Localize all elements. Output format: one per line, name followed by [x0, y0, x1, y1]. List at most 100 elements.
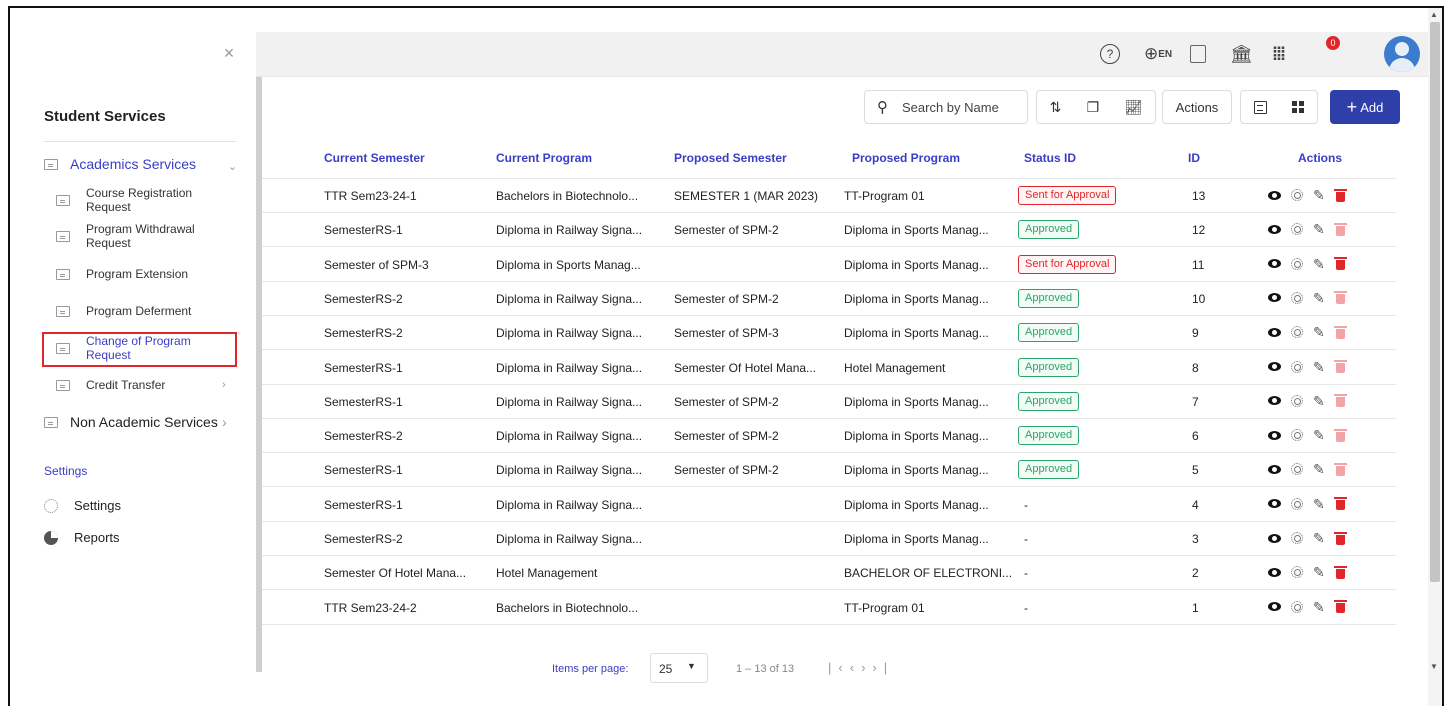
delete-icon[interactable]: [1333, 325, 1347, 339]
apps-grid-icon[interactable]: ⁞⁞⁞: [1272, 41, 1286, 67]
sidebar-item-academics-services[interactable]: Academics Services: [44, 156, 196, 172]
view-icon[interactable]: [1268, 567, 1281, 577]
copy-icon[interactable]: ❐: [1087, 99, 1100, 116]
page-scrollbar[interactable]: ▲ ▼: [1428, 8, 1442, 706]
table-row[interactable]: SemesterRS-1 Diploma in Railway Signa... S…: [262, 351, 1396, 385]
delete-icon[interactable]: [1333, 291, 1347, 305]
settings-icon[interactable]: [1291, 223, 1303, 236]
settings-icon[interactable]: [1291, 257, 1303, 270]
table-row[interactable]: SemesterRS-1 Diploma in Railway Signa... S…: [262, 453, 1396, 488]
edit-icon[interactable]: ✎: [1313, 291, 1325, 305]
sidebar-item-program-withdrawal-request[interactable]: Program Withdrawal Request: [56, 222, 195, 250]
sidebar-item-credit-transfer[interactable]: Credit Transfer: [56, 378, 165, 392]
avatar[interactable]: [1384, 36, 1420, 72]
table-row[interactable]: SemesterRS-2 Diploma in Railway Signa... S…: [262, 282, 1396, 316]
table-row[interactable]: TTR Sem23-24-2 Bachelors in Biotechnolo..…: [262, 591, 1396, 625]
settings-icon[interactable]: [1291, 429, 1303, 442]
settings-icon[interactable]: [1291, 360, 1303, 373]
table-row[interactable]: Semester of SPM-3 Diploma in Sports Manag…: [262, 248, 1396, 282]
view-icon[interactable]: [1268, 224, 1281, 234]
table-row[interactable]: SemesterRS-2 Diploma in Railway Signa... S…: [262, 419, 1396, 454]
bell-icon[interactable]: 🔔︎0: [1314, 36, 1442, 67]
settings-icon[interactable]: [1291, 394, 1303, 407]
delete-icon[interactable]: [1333, 394, 1347, 408]
view-icon[interactable]: [1268, 293, 1281, 303]
delete-icon[interactable]: [1333, 497, 1347, 511]
table-row[interactable]: TTR Sem23-24-1 Bachelors in Biotechnolo..…: [262, 179, 1396, 213]
view-icon[interactable]: [1268, 533, 1281, 543]
view-icon[interactable]: [1268, 602, 1281, 612]
sidebar-item-non-academic-services[interactable]: Non Academic Services: [44, 414, 218, 430]
column-header-current-semester[interactable]: Current Semester: [324, 151, 425, 165]
view-icon[interactable]: [1268, 259, 1281, 269]
edit-icon[interactable]: ✎: [1313, 565, 1325, 579]
table-row[interactable]: SemesterRS-1 Diploma in Railway Signa... S…: [262, 385, 1396, 419]
view-icon[interactable]: [1268, 362, 1281, 371]
chevron-right-icon[interactable]: ›: [222, 414, 227, 430]
view-icon[interactable]: [1268, 499, 1281, 509]
search-box[interactable]: ⚲: [864, 90, 1028, 124]
chart-icon[interactable]: 📈︎: [1125, 99, 1143, 116]
sidebar-item-course-registration-request[interactable]: Course Registration Request: [56, 186, 192, 214]
edit-icon[interactable]: ✎: [1313, 188, 1325, 202]
view-icon[interactable]: [1268, 430, 1281, 440]
delete-icon[interactable]: [1333, 565, 1347, 579]
settings-icon[interactable]: [1291, 497, 1303, 510]
chevron-right-icon[interactable]: ›: [222, 379, 226, 391]
close-icon[interactable]: ×: [220, 44, 238, 62]
view-icon[interactable]: [1268, 190, 1281, 200]
edit-icon[interactable]: ✎: [1313, 428, 1325, 442]
edit-icon[interactable]: ✎: [1313, 462, 1325, 476]
edit-icon[interactable]: ✎: [1313, 257, 1325, 271]
table-row[interactable]: SemesterRS-2 Diploma in Railway Signa... S…: [262, 316, 1396, 351]
help-icon[interactable]: ?: [1100, 41, 1120, 67]
settings-icon[interactable]: [1291, 291, 1303, 304]
document-icon[interactable]: [1190, 41, 1206, 67]
sidebar-item-program-deferment[interactable]: Program Deferment: [56, 304, 191, 318]
settings-icon[interactable]: [1291, 566, 1303, 579]
sidebar-item-program-extension[interactable]: Program Extension: [56, 267, 188, 281]
items-per-page-select[interactable]: 25 ▼: [650, 653, 708, 683]
table-row[interactable]: SemesterRS-1 Diploma in Railway Signa... D…: [262, 488, 1396, 522]
view-icon[interactable]: [1268, 327, 1281, 337]
edit-icon[interactable]: ✎: [1313, 222, 1325, 236]
column-header-id[interactable]: ID: [1188, 151, 1200, 165]
next-page-icon[interactable]: ›: [861, 660, 872, 675]
edit-icon[interactable]: ✎: [1313, 531, 1325, 545]
table-row[interactable]: SemesterRS-2 Diploma in Railway Signa... D…: [262, 522, 1396, 556]
search-input[interactable]: [902, 99, 1006, 115]
sort-icon[interactable]: ⇅: [1050, 99, 1062, 116]
sidebar-item-settings[interactable]: Settings: [44, 498, 121, 513]
delete-icon[interactable]: [1333, 360, 1347, 373]
actions-button[interactable]: Actions: [1162, 90, 1232, 124]
sidebar-item-reports[interactable]: Reports: [44, 530, 120, 545]
grid-view-icon[interactable]: [1292, 101, 1305, 113]
edit-icon[interactable]: ✎: [1313, 497, 1325, 511]
settings-icon[interactable]: [1291, 600, 1303, 613]
last-page-icon[interactable]: ›|: [872, 660, 894, 675]
settings-icon[interactable]: [1291, 189, 1303, 201]
scroll-up-icon[interactable]: ▲: [1430, 10, 1438, 19]
chevron-down-icon[interactable]: ⌄: [228, 160, 237, 173]
delete-icon[interactable]: [1333, 462, 1347, 476]
settings-icon[interactable]: [1291, 532, 1303, 544]
edit-icon[interactable]: ✎: [1313, 325, 1325, 339]
institution-icon[interactable]: 🏛: [1230, 41, 1253, 67]
delete-icon[interactable]: [1333, 600, 1347, 614]
column-header-current-program[interactable]: Current Program: [496, 151, 592, 165]
scroll-down-icon[interactable]: ▼: [1430, 662, 1438, 671]
table-row[interactable]: SemesterRS-1 Diploma in Railway Signa... S…: [262, 213, 1396, 248]
settings-icon[interactable]: [1291, 326, 1303, 339]
first-page-icon[interactable]: |‹: [828, 660, 850, 675]
edit-icon[interactable]: ✎: [1313, 600, 1325, 614]
settings-icon[interactable]: [1291, 463, 1303, 476]
edit-icon[interactable]: ✎: [1313, 360, 1325, 374]
delete-icon[interactable]: [1333, 188, 1347, 202]
previous-page-icon[interactable]: ‹: [850, 660, 861, 675]
scrollbar-thumb[interactable]: [1430, 22, 1440, 582]
add-button[interactable]: + Add: [1330, 90, 1400, 124]
delete-icon[interactable]: [1333, 257, 1347, 271]
language-icon[interactable]: ⊕ EN: [1144, 41, 1172, 67]
view-icon[interactable]: [1268, 464, 1281, 474]
column-header-proposed-semester[interactable]: Proposed Semester: [674, 151, 787, 165]
